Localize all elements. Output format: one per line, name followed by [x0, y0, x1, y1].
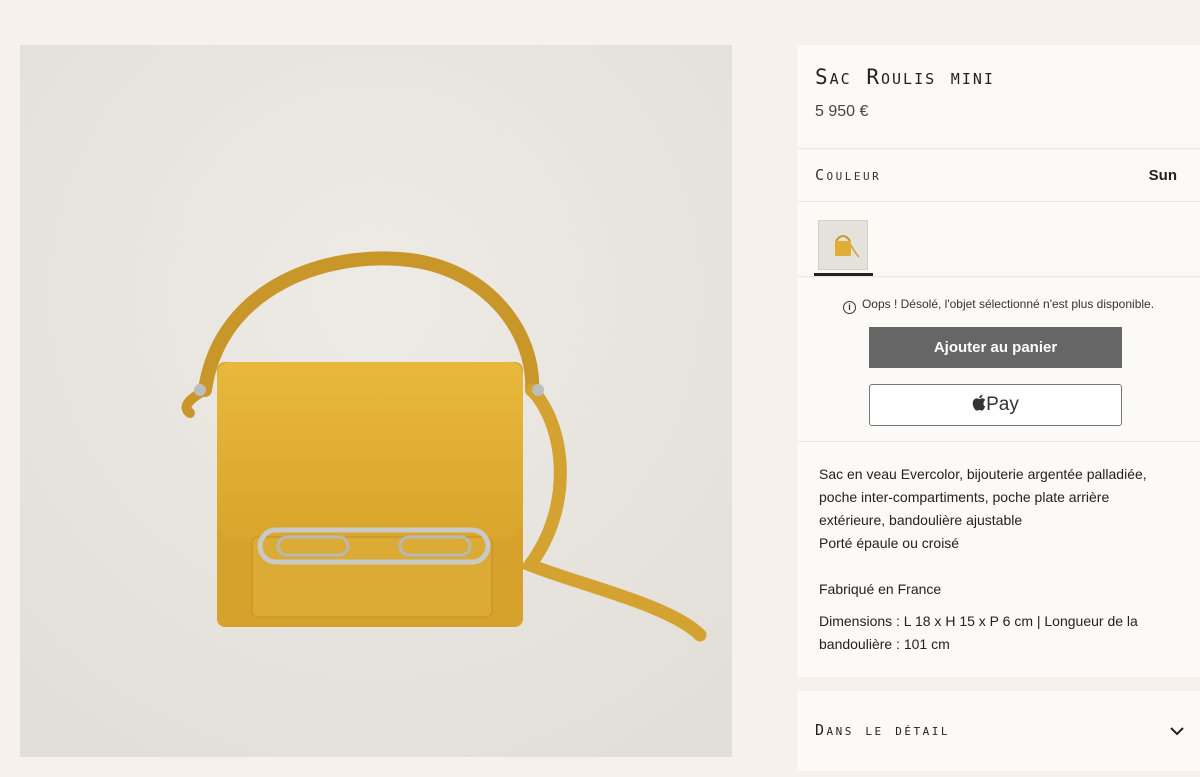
swatch-selected-indicator	[814, 273, 873, 276]
availability-message: Oops ! Désolé, l'objet sélectionné n'est…	[861, 297, 1155, 311]
product-title: Sac Roulis mini	[815, 65, 995, 89]
color-value: Sun	[1148, 166, 1177, 184]
color-swatch-sun[interactable]	[818, 220, 868, 270]
color-label: Couleur	[815, 166, 882, 184]
description-line: poche inter-compartiments, poche plate a…	[819, 489, 1110, 505]
purchase-section: i Oops ! Désolé, l'objet sélectionné n'es…	[797, 277, 1200, 442]
availability-notice: i Oops ! Désolé, l'objet sélectionné n'es…	[797, 297, 1200, 314]
add-to-cart-button[interactable]: Ajouter au panier	[869, 327, 1122, 368]
color-row: Couleur Sun	[797, 149, 1200, 202]
bag-illustration	[20, 45, 732, 757]
color-swatches	[797, 202, 1200, 277]
product-header: Sac Roulis mini 5 950 €	[797, 45, 1200, 149]
info-icon: i	[842, 301, 856, 314]
product-price: 5 950 €	[815, 103, 869, 120]
description-line: Porté épaule ou croisé	[819, 535, 960, 551]
chevron-down-icon	[1170, 726, 1184, 735]
description-line: Sac en veau Evercolor, bijouterie argent…	[819, 466, 1147, 482]
detail-accordion[interactable]: Dans le détail	[797, 691, 1200, 771]
section-gap	[797, 677, 1200, 691]
pay-label: Pay	[986, 394, 1019, 415]
product-panel: Sac Roulis mini 5 950 € Couleur Sun i Oop…	[797, 45, 1200, 771]
origin-text: Fabriqué en France	[819, 581, 942, 597]
product-image[interactable]	[20, 45, 732, 757]
apple-pay-button[interactable]: Pay	[869, 384, 1122, 426]
dimensions-text: Dimensions : L 18 x H 15 x P 6 cm | Long…	[819, 613, 1138, 652]
description-line: extérieure, bandoulière ajustable	[819, 512, 1023, 528]
product-description: Sac en veau Evercolor, bijouterie argent…	[797, 442, 1200, 677]
swatch-thumbnail	[819, 221, 867, 269]
apple-icon	[972, 394, 986, 411]
detail-label: Dans le détail	[815, 721, 950, 739]
